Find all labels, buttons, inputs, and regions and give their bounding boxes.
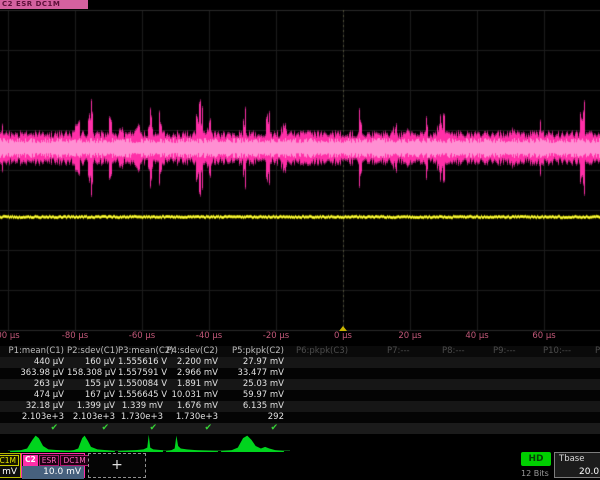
measurement-header-unused[interactable]: P8:--- xyxy=(442,346,465,357)
measurement-value: 32.18 µV xyxy=(0,401,67,412)
measurement-value-row: 263 µV155 µV1.550084 V1.891 mV25.03 mV xyxy=(0,379,600,390)
measurement-value-row: 440 µV160 µV1.555616 V2.200 mV27.97 mV xyxy=(0,357,600,368)
measurement-value: 25.03 mV xyxy=(221,379,287,390)
measurement-header-unused[interactable]: P7:--- xyxy=(387,346,410,357)
measurement-header-unused[interactable]: P xyxy=(595,346,600,357)
measurement-value: 1.730e+3 xyxy=(118,412,166,423)
c2-esr-tag: ESR xyxy=(39,455,60,466)
measurement-value: 363.98 µV xyxy=(0,368,67,379)
measurement-header-3[interactable]: P3:mean(C2) xyxy=(118,346,166,357)
tbase-label: Tbase xyxy=(555,453,600,464)
measurement-value: 33.477 mV xyxy=(221,368,287,379)
measurement-value: 1.555616 V xyxy=(118,357,166,368)
histicon-spike-left[interactable] xyxy=(166,433,218,452)
measurement-value: 2.103e+3 xyxy=(0,412,67,423)
measurement-value: 1.730e+3 xyxy=(166,412,221,423)
measurement-value: 2.966 mV xyxy=(166,368,221,379)
measurement-value: 1.557591 V xyxy=(118,368,166,379)
axis-tick-label: -60 µs xyxy=(129,331,155,341)
c2-volts-per-div: 10.0 mV xyxy=(22,466,84,479)
measurement-header-unused[interactable]: P6:pkpk(C3) xyxy=(296,346,348,357)
measurement-header-2[interactable]: P2:sdev(C1) xyxy=(67,346,118,357)
axis-tick-label: -40 µs xyxy=(196,331,222,341)
measurement-value: 1.676 mV xyxy=(166,401,221,412)
c1-coupling-tag: DC1M xyxy=(0,455,19,466)
axis-tick-label: 40 µs xyxy=(465,331,488,341)
oscilloscope-screen: C2 ESR DC1M 00 µs -80 µs -60 µs -40 µs -20 µ… xyxy=(0,0,600,480)
measurement-value-row: 474 µV167 µV1.556645 V10.031 mV59.97 mV xyxy=(0,390,600,401)
axis-tick-label: -20 µs xyxy=(263,331,289,341)
active-trace-label: C2 ESR DC1M xyxy=(0,0,88,9)
measurement-value: 158.308 µV xyxy=(67,368,118,379)
measurement-value: 6.135 mV xyxy=(221,401,287,412)
c2-channel-tag: C2 xyxy=(23,455,38,466)
channel-c2-descriptor[interactable]: C2 ESR DC1M 10.0 mV xyxy=(21,453,85,478)
measurement-value: 292 xyxy=(221,412,287,423)
axis-tick-label: 00 µs xyxy=(0,331,20,341)
measurement-value: 2.103e+3 xyxy=(67,412,118,423)
measurement-header-unused[interactable]: P10:--- xyxy=(543,346,571,357)
c2-coupling-tag: DC1M xyxy=(60,455,88,466)
axis-tick-label: 20 µs xyxy=(398,331,421,341)
measurement-value: 1.339 mV xyxy=(118,401,166,412)
axis-tick-label: -80 µs xyxy=(62,331,88,341)
measurement-value-row: 2.103e+32.103e+31.730e+31.730e+3292 xyxy=(0,412,600,423)
timebase-descriptor[interactable]: Tbase 20.0 µs/div xyxy=(554,452,600,478)
histicon-spike-right[interactable] xyxy=(118,433,163,452)
histicon-bell-tail[interactable] xyxy=(221,433,284,452)
measurement-header-4[interactable]: P4:sdev(C2) xyxy=(166,346,221,357)
measurement-value: 27.97 mV xyxy=(221,357,287,368)
measurement-value: 59.97 mV xyxy=(221,390,287,401)
c1-volts-per-div: 10.0 mV xyxy=(0,466,20,479)
axis-tick-label: 0 µs xyxy=(334,331,352,341)
measurement-value: 263 µV xyxy=(0,379,67,390)
measurement-value: 167 µV xyxy=(67,390,118,401)
tbase-value: 20.0 µs/div xyxy=(579,467,600,477)
timebase-axis: 00 µs -80 µs -60 µs -40 µs -20 µs 0 µs 20 µs 40… xyxy=(0,330,600,345)
histicon-bell2[interactable] xyxy=(67,433,115,452)
measurement-value-row: 32.18 µV1.399 µV1.339 mV1.676 mV6.135 mV xyxy=(0,401,600,412)
histicon-bell[interactable] xyxy=(10,433,74,452)
measurement-header-unused[interactable]: P9:--- xyxy=(493,346,516,357)
measurement-value: 2.200 mV xyxy=(166,357,221,368)
measurement-value: 1.556645 V xyxy=(118,390,166,401)
measurement-histicons xyxy=(0,433,600,452)
measurement-value-row: 363.98 µV158.308 µV1.557591 V2.966 mV33.… xyxy=(0,368,600,379)
channel-c1-descriptor[interactable]: DC1M 10.0 mV xyxy=(0,453,21,478)
measurement-header-row: P1:mean(C1)P2:sdev(C1)P3:mean(C2)P4:sdev… xyxy=(0,346,600,357)
measurement-value: 1.550084 V xyxy=(118,379,166,390)
measurement-value: 10.031 mV xyxy=(166,390,221,401)
measurement-header-1[interactable]: P1:mean(C1) xyxy=(0,346,67,357)
measurement-value: 440 µV xyxy=(0,357,67,368)
trigger-position-marker[interactable] xyxy=(339,326,347,331)
measurement-header-5[interactable]: P5:pkpk(C2) xyxy=(221,346,287,357)
axis-tick-label: 60 µs xyxy=(532,331,555,341)
add-trace-button[interactable]: + xyxy=(88,453,146,478)
measurement-table: P1:mean(C1)P2:sdev(C1)P3:mean(C2)P4:sdev… xyxy=(0,346,600,434)
measurement-value: 1.399 µV xyxy=(67,401,118,412)
measurement-value: 160 µV xyxy=(67,357,118,368)
hd-mode-badge[interactable]: HD xyxy=(521,452,551,466)
measurement-value: 1.891 mV xyxy=(166,379,221,390)
waveform-display-area[interactable] xyxy=(0,0,600,346)
hd-bits-label: 12 Bits xyxy=(521,469,549,478)
measurement-value: 155 µV xyxy=(67,379,118,390)
measurement-value: 474 µV xyxy=(0,390,67,401)
